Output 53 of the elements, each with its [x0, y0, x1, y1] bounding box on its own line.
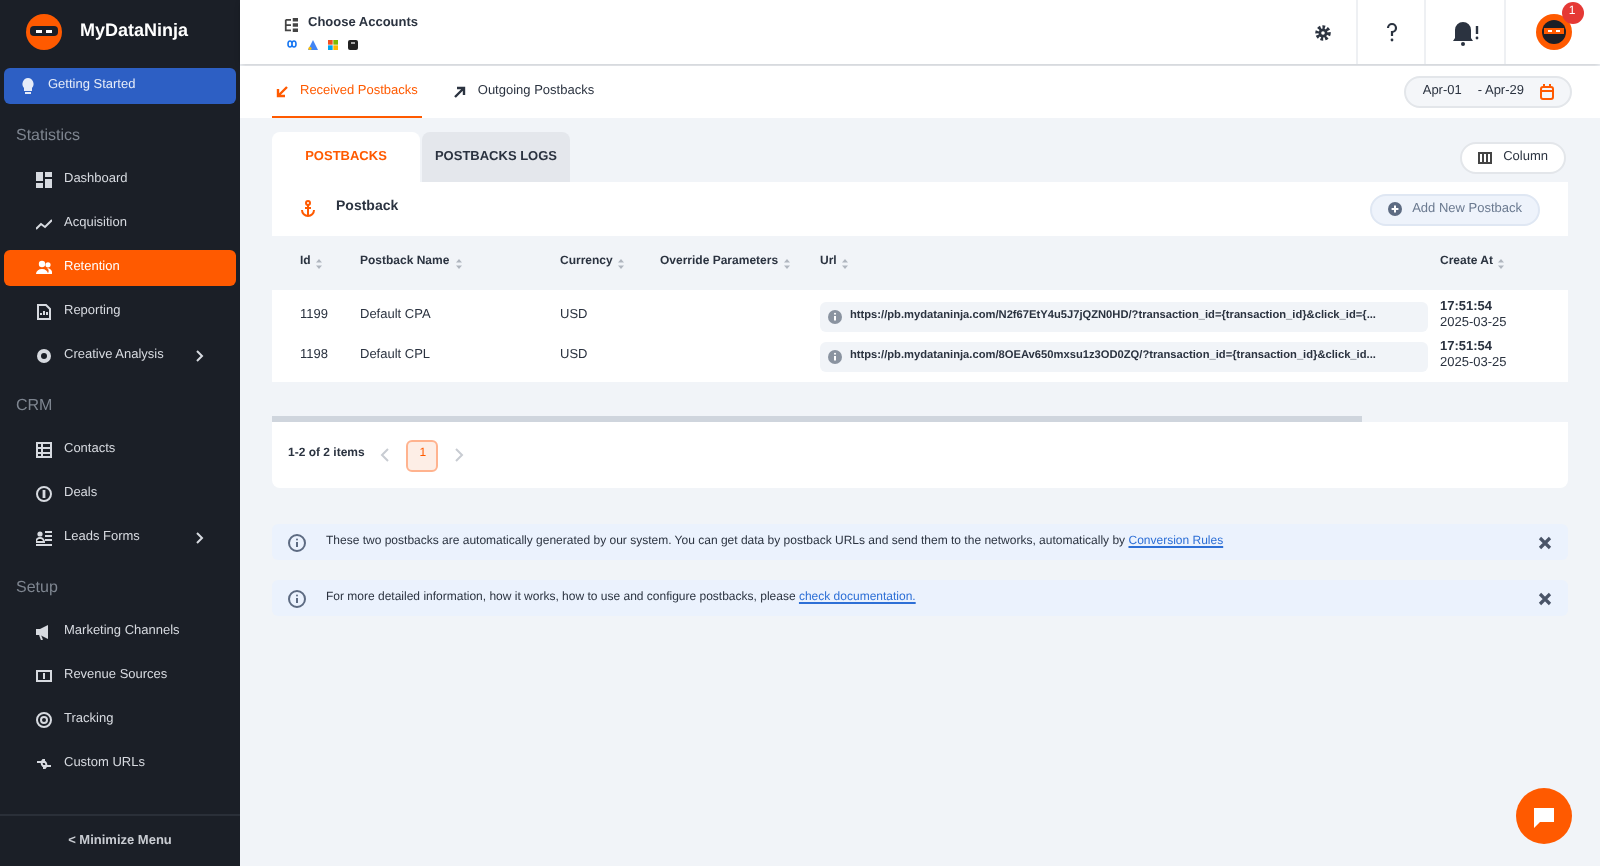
info-icon — [288, 533, 306, 551]
lightbulb-icon — [20, 78, 36, 94]
info-icon — [288, 589, 306, 607]
question-mark-icon — [1385, 22, 1397, 42]
arrow-down-left-icon — [276, 85, 288, 97]
form-icon — [36, 530, 52, 546]
settings-icon — [1314, 23, 1332, 41]
section-heading: CRM — [14, 394, 55, 418]
close-icon — [1537, 535, 1551, 549]
close-button[interactable] — [1536, 590, 1552, 606]
hierarchy-icon — [284, 17, 298, 31]
user-avatar[interactable] — [1535, 14, 1571, 50]
previous-page-icon — [380, 448, 391, 462]
chat-bubble-icon — [1532, 805, 1556, 827]
chat-button[interactable] — [1516, 788, 1572, 844]
note-logo-icon — [348, 39, 358, 50]
trend-line-icon — [36, 216, 52, 232]
plus-circle-icon — [1388, 202, 1403, 216]
horizontal-scrollbar[interactable] — [272, 416, 1362, 422]
report-icon — [36, 304, 52, 320]
banknote-icon — [36, 668, 52, 684]
triangle-logo-icon — [308, 39, 318, 50]
sort-icon — [784, 257, 791, 269]
bell-icon — [1451, 19, 1479, 45]
sort-icon — [316, 257, 323, 269]
info-icon — [828, 309, 842, 323]
infinity-icon — [286, 40, 298, 49]
sort-icon — [1498, 257, 1505, 269]
users-icon — [36, 260, 52, 276]
target-icon — [36, 712, 52, 728]
coin-icon — [36, 486, 52, 502]
arrow-up-right-icon — [453, 85, 466, 97]
calendar-icon — [1540, 84, 1554, 100]
four-squares-icon — [328, 39, 338, 50]
megaphone-icon — [36, 624, 52, 640]
section-heading: Statistics — [14, 124, 83, 148]
close-button[interactable] — [1536, 534, 1552, 550]
table-icon — [36, 442, 52, 458]
info-icon — [828, 349, 842, 363]
aperture-icon — [36, 348, 52, 364]
dashboard-icon — [36, 172, 52, 188]
next-page-icon — [454, 448, 465, 462]
ninja-logo-icon — [24, 12, 64, 52]
ninja-avatar-icon — [1539, 18, 1567, 46]
sort-icon — [455, 257, 462, 269]
close-icon — [1537, 591, 1551, 605]
columns-icon — [1477, 152, 1492, 164]
link-icon — [36, 756, 52, 772]
sort-icon — [842, 257, 849, 269]
anchor-icon — [300, 200, 316, 218]
sort-icon — [618, 257, 625, 269]
section-heading: Setup — [14, 576, 60, 600]
app-logo-text: MyDataNinja — [80, 18, 189, 45]
